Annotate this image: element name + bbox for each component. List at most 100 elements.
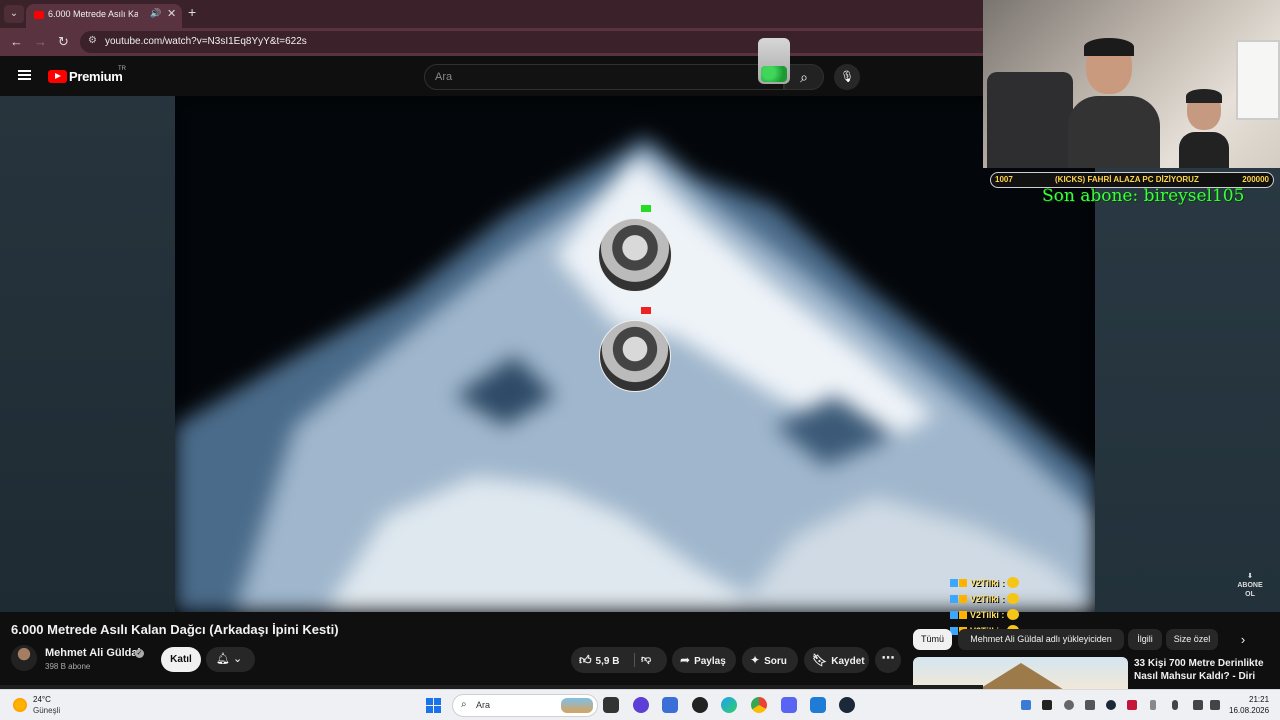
chip-all[interactable]: Tümü (913, 629, 952, 650)
notification-bell-button[interactable]: 🔔︎ ⌄ (206, 647, 255, 672)
address-bar[interactable]: ⚙ youtube.com/watch?v=N3sI1Eq8YyY&t=622s (80, 31, 983, 53)
site-info-icon[interactable]: ⚙ (88, 35, 97, 46)
chrome-icon[interactable] (751, 697, 767, 713)
usb-icon[interactable] (1150, 700, 1156, 710)
tray-icon[interactable] (1127, 700, 1137, 710)
voice-search-button[interactable]: 🎙 (834, 64, 860, 90)
like-count: 5,9 B (595, 656, 620, 667)
tab-title: 6.000 Metrede Asılı Kalan D (48, 9, 138, 19)
gaming-chair (987, 72, 1073, 168)
forward-arrow-icon[interactable]: → (34, 34, 47, 49)
chip-from-uploader[interactable]: Mehmet Ali Güldal adlı yükleyiciden (958, 629, 1124, 650)
badge-icon (950, 595, 958, 603)
youtube-brand[interactable]: Premium (69, 69, 123, 84)
speaker-icon[interactable]: 🔊 (150, 8, 161, 19)
network-icon[interactable] (1193, 700, 1203, 710)
badge-icon (959, 611, 967, 619)
windows-taskbar: 24°C Güneşli ⌕ Ara 21:21 16.08.2026 (0, 689, 1280, 720)
streamer (1068, 38, 1160, 168)
search-icon: ⌕ (461, 699, 467, 710)
thumbs-up-icon: 👍︎ (579, 653, 592, 667)
badge-icon (950, 611, 958, 619)
chat-message: V2Tilki : (950, 577, 1150, 593)
chip-related[interactable]: İlgili (1128, 629, 1162, 650)
thumbs-down-icon: 👎︎ (641, 654, 652, 665)
dislike-button[interactable]: 👎︎ (641, 647, 651, 673)
more-actions-button[interactable]: ⋯ (875, 647, 901, 673)
save-button[interactable]: 🔖︎ Kaydet (804, 647, 869, 673)
tray-icon[interactable] (1021, 700, 1031, 710)
search-button[interactable]: ⌕ (784, 64, 824, 90)
chat-message: V2Tilki : (950, 593, 1150, 609)
streamer-webcam (983, 0, 1280, 168)
youtube-header: Premium TR Ara ⌕ 🎙 (0, 56, 983, 96)
windows-start-icon[interactable] (426, 698, 441, 713)
verified-check-icon: ✓ (135, 649, 144, 658)
microphone-icon[interactable] (1172, 700, 1178, 710)
ask-button[interactable]: ✦ Soru (742, 647, 798, 673)
recommended-video-title[interactable]: 33 Kişi 700 Metre Derinlikte Nasıl Mahsu… (1134, 657, 1274, 683)
badge-icon (959, 579, 967, 587)
tray-icon[interactable] (1064, 700, 1074, 710)
new-tab-button[interactable]: + (188, 4, 196, 20)
green-flag-icon (641, 205, 651, 212)
app-icon[interactable] (692, 697, 708, 713)
steam-icon[interactable] (839, 697, 855, 713)
subscribe-hint: ⬇ ABONE OL (1236, 572, 1264, 599)
save-label: Kaydet (831, 656, 865, 667)
app-icon[interactable] (662, 697, 678, 713)
volume-icon[interactable] (1210, 700, 1220, 710)
last-subscriber-text: Son abone: bireysel105 (1042, 186, 1245, 206)
video-frame[interactable] (175, 96, 1095, 612)
weather-description[interactable]: Güneşli (33, 706, 60, 715)
like-button[interactable]: 👍︎ 5,9 B (571, 653, 620, 667)
search-highlight-icon (561, 698, 593, 713)
youtube-logo-icon[interactable] (48, 70, 67, 83)
chip-for-you[interactable]: Size özel (1166, 629, 1218, 650)
ambient-left (0, 96, 175, 612)
app-icon[interactable] (810, 697, 826, 713)
join-button[interactable]: Katıl (161, 647, 201, 672)
ask-label: Soru (764, 656, 787, 667)
subscribe-hint-line1: ABONE (1237, 582, 1263, 589)
red-flag-icon (641, 307, 651, 314)
browser-toolbar: ← → ↻ ⚙ youtube.com/watch?v=N3sI1Eq8YyY&… (0, 28, 983, 56)
task-view-icon[interactable] (603, 697, 619, 713)
back-arrow-icon[interactable]: ← (10, 34, 23, 49)
emote-icon (1006, 593, 1019, 604)
taskbar-search[interactable]: ⌕ Ara (452, 694, 598, 717)
bookmark-icon: 🔖︎ (812, 653, 828, 667)
url-text[interactable]: youtube.com/watch?v=N3sI1Eq8YyY&t=622s (105, 36, 307, 47)
chat-user: V2Tilki : (970, 594, 1005, 604)
channel-name[interactable]: Mehmet Ali Güldal (45, 647, 141, 659)
tab-search-chevron-icon[interactable]: ⌄ (4, 5, 24, 23)
browser-tab[interactable]: 6.000 Metrede Asılı Kalan D 🔊 ✕ (26, 4, 182, 28)
menu-icon[interactable] (18, 70, 31, 80)
badge-icon (950, 579, 958, 587)
tab-close-icon[interactable]: ✕ (167, 7, 176, 20)
donation-jar-widget (758, 38, 790, 84)
tray-icon[interactable] (1085, 700, 1095, 710)
sun-icon[interactable] (13, 698, 27, 712)
sparkle-icon: ✦ (750, 653, 761, 667)
reload-icon[interactable]: ↻ (58, 34, 69, 50)
share-label: Paylaş (694, 656, 726, 667)
divider (634, 653, 635, 667)
app-icon[interactable] (633, 697, 649, 713)
chips-next-icon[interactable]: › (1233, 629, 1253, 650)
video-title: 6.000 Metrede Asılı Kalan Dağcı (Arkadaş… (11, 622, 339, 637)
tray-icon[interactable] (1042, 700, 1052, 710)
edge-icon[interactable] (721, 697, 737, 713)
discord-icon[interactable] (781, 697, 797, 713)
share-button[interactable]: ➦ Paylaş (672, 647, 736, 673)
arrow-down-icon: ⬇ (1247, 573, 1253, 580)
goal-label: (KICKS) FAHRİ ALAZA PC DİZİYORUZ (1055, 175, 1199, 184)
tray-icon[interactable] (1106, 700, 1116, 710)
region-code: TR (118, 66, 126, 72)
channel-avatar[interactable] (11, 645, 37, 671)
chevron-down-icon: ⌄ (233, 653, 243, 665)
clock-date[interactable]: 16.08.2026 (1229, 706, 1269, 715)
clock-time[interactable]: 21:21 (1249, 695, 1269, 704)
weather-temperature[interactable]: 24°C (33, 695, 51, 704)
search-input[interactable]: Ara (424, 64, 784, 90)
